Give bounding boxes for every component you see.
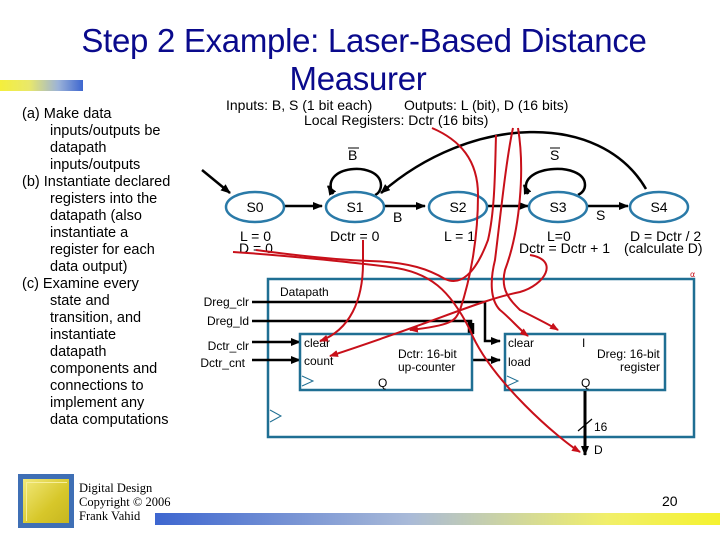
label-s: S: [596, 207, 605, 223]
label-b-bar: B: [348, 147, 357, 163]
datapath-title: Datapath: [280, 285, 329, 299]
page-number: 20: [662, 493, 678, 509]
fsm-datapath-diagram: Inputs: B, S (1 bit each) Outputs: L (bi…: [200, 97, 703, 457]
output-label-d: D: [594, 443, 603, 457]
ctrl-dreg-ld: Dreg_ld: [207, 314, 249, 328]
s2-action-1: L = 1: [444, 228, 475, 244]
state-s1-label: S1: [346, 199, 363, 215]
counter-name-2: up-counter: [398, 360, 455, 374]
logo-square: [26, 482, 37, 492]
ctrl-dctr-clr: Dctr_clr: [208, 339, 249, 353]
register-port-load: load: [508, 355, 531, 369]
accent-bar-bottom: [155, 513, 720, 525]
logo-inner: [23, 479, 69, 523]
state-s2-label: S2: [449, 199, 466, 215]
s3-action-2: Dctr = Dctr + 1: [519, 240, 610, 256]
ctrl-dctr-cnt: Dctr_cnt: [200, 356, 245, 370]
state-s0-label: S0: [246, 199, 263, 215]
fsm-inputs-label: Inputs: B, S (1 bit each): [226, 97, 372, 113]
annotation-mark: α: [690, 270, 695, 279]
counter-name-1: Dctr: 16-bit: [398, 347, 457, 361]
annotation-l-output: [490, 127, 529, 337]
initial-transition-arrow: [201, 169, 231, 194]
bus-width-label: 16: [594, 420, 608, 434]
register-name-1: Dreg: 16-bit: [597, 347, 660, 361]
ctrl-dreg-clr: Dreg_clr: [204, 295, 249, 309]
register-port-clear: clear: [508, 336, 534, 350]
s4-action-2: (calculate D): [624, 240, 703, 256]
digital-design-logo: [18, 474, 74, 528]
counter-output-q: Q: [378, 376, 387, 390]
counter-port-count: count: [304, 354, 334, 368]
label-s-bar: S: [550, 147, 559, 163]
datapath-clock-icon: [269, 409, 283, 423]
s1-action-1: Dctr = 0: [330, 228, 380, 244]
register-input-i: I: [582, 336, 585, 350]
footer-line1: Digital Design: [79, 481, 153, 495]
fsm-registers-label: Local Registers: Dctr (16 bits): [304, 112, 488, 128]
fsm-outputs-label: Outputs: L (bit), D (16 bits): [404, 97, 568, 113]
register-name-2: register: [620, 360, 660, 374]
state-s3-label: S3: [549, 199, 566, 215]
transition-s4-s1: [380, 130, 648, 194]
state-s4-label: S4: [650, 199, 667, 215]
register-output-q: Q: [581, 376, 590, 390]
footer-line2: Copyright © 2006: [79, 495, 171, 509]
label-b: B: [393, 209, 402, 225]
